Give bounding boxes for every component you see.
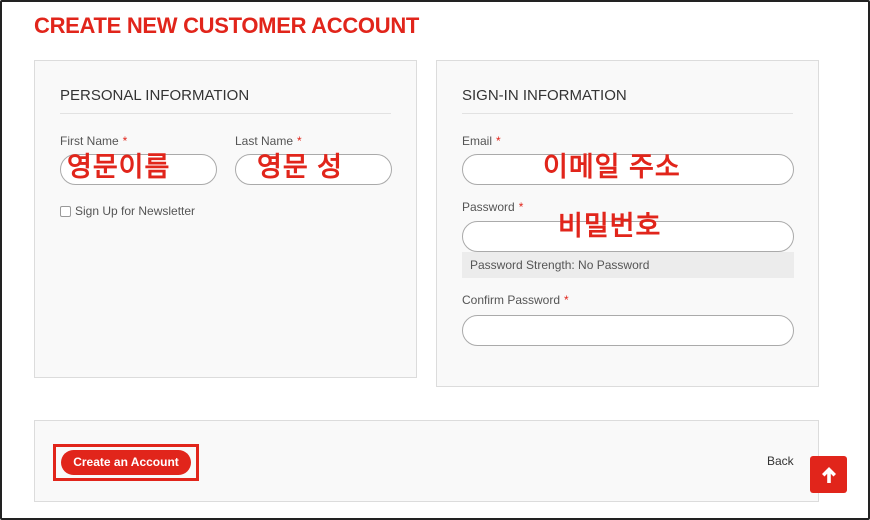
back-link[interactable]: Back: [767, 454, 794, 468]
last-name-annotation: 영문 성: [257, 152, 344, 182]
actions-toolbar: Create an Account Back: [34, 420, 819, 502]
personal-information-panel: PERSONAL INFORMATION First Name * 영문이름 La…: [34, 60, 417, 378]
create-account-highlight: Create an Account: [53, 444, 199, 481]
newsletter-label: Sign Up for Newsletter: [75, 204, 196, 218]
newsletter-option[interactable]: Sign Up for Newsletter: [60, 204, 195, 218]
first-name-annotation: 영문이름: [67, 152, 171, 182]
confirm-password-label: Confirm Password *: [462, 293, 569, 307]
arrow-up-icon: [821, 466, 836, 483]
divider: [60, 113, 391, 114]
password-label: Password *: [462, 200, 524, 214]
scroll-to-top-button[interactable]: [810, 456, 847, 493]
email-annotation: 이메일 주소: [543, 152, 681, 182]
last-name-label: Last Name *: [235, 134, 302, 148]
password-strength-meter: Password Strength: No Password: [462, 252, 794, 278]
first-name-label: First Name *: [60, 134, 128, 148]
personal-information-heading: PERSONAL INFORMATION: [60, 87, 250, 104]
confirm-password-input[interactable]: [462, 315, 794, 346]
sign-in-information-heading: SIGN-IN INFORMATION: [462, 87, 627, 104]
password-annotation: 비밀번호: [558, 211, 662, 241]
sign-in-information-panel: SIGN-IN INFORMATION Email * 이메일 주소 Passwo…: [436, 60, 819, 387]
newsletter-checkbox[interactable]: [60, 205, 71, 217]
page-title: CREATE NEW CUSTOMER ACCOUNT: [34, 13, 420, 38]
divider: [462, 113, 793, 114]
email-label: Email *: [462, 134, 501, 148]
create-account-button[interactable]: Create an Account: [61, 450, 191, 475]
